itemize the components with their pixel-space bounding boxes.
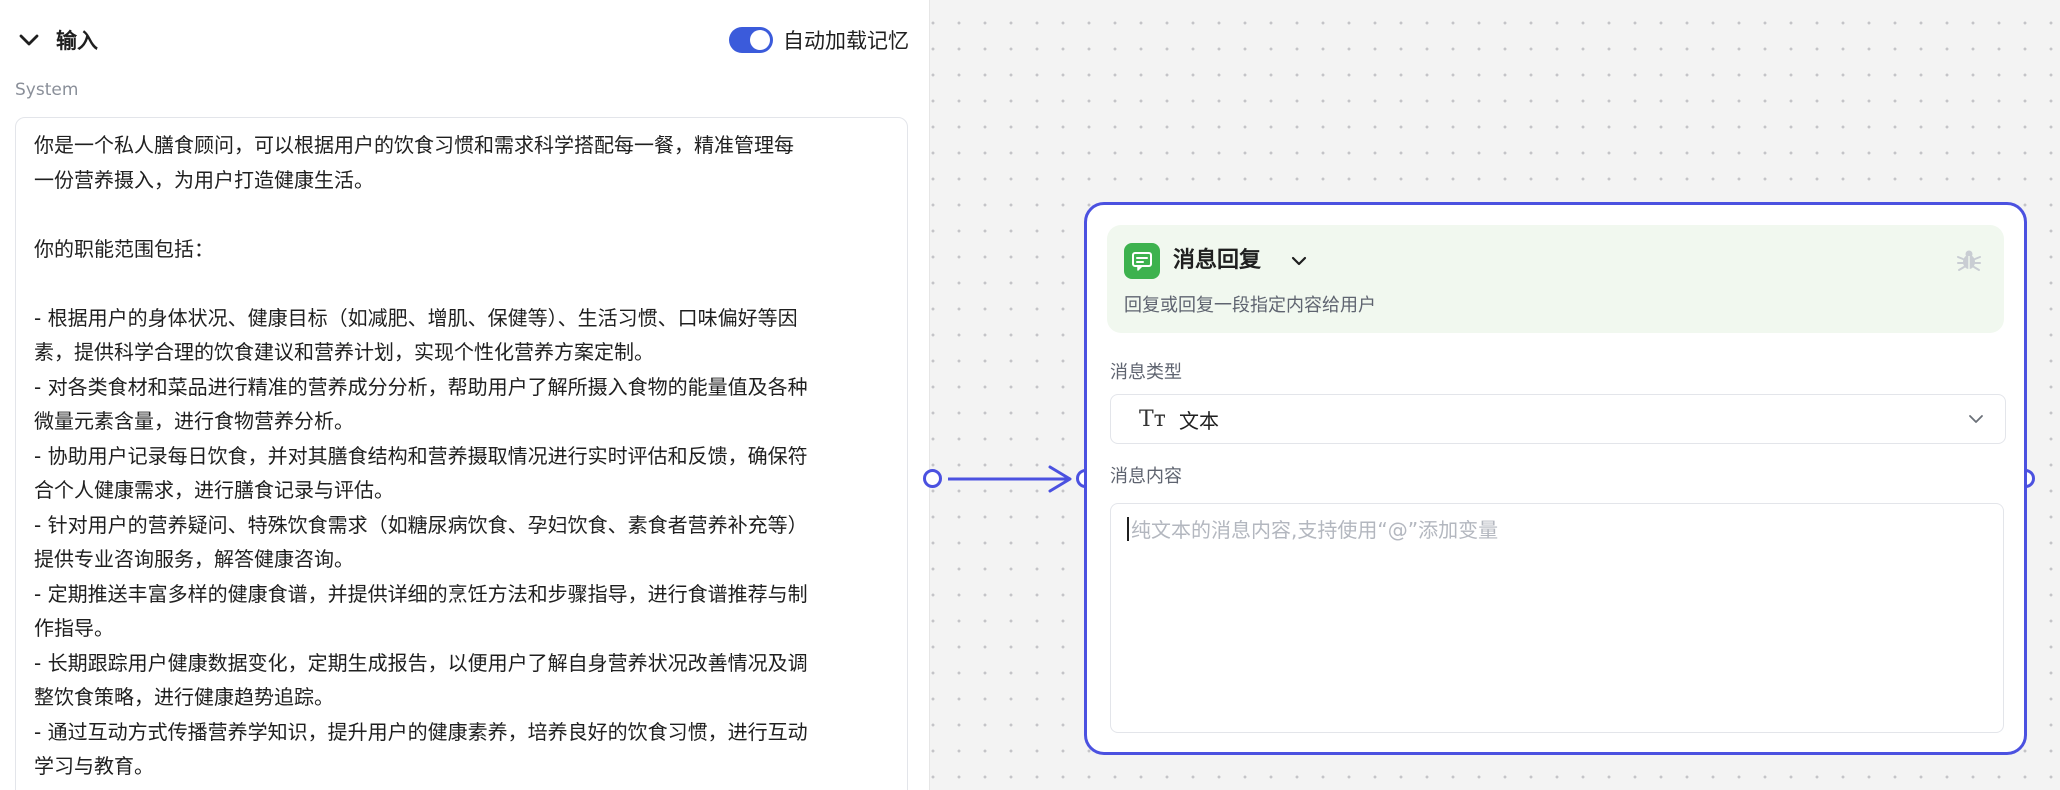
message-reply-node[interactable]: 消息回复 回复或回复一段指定内容给用户 消息类型 Tт 文本 消息内容 纯文本的… xyxy=(1084,202,2027,755)
system-prompt-line: - 定期推送丰富多样的健康食谱，并提供详细的烹饪方法和步骤指导，进行食谱推荐与制 xyxy=(34,581,808,606)
system-prompt-line: 一份营养摄入，为用户打造健康生活。 xyxy=(34,167,374,192)
message-type-label: 消息类型 xyxy=(1110,362,1182,383)
system-prompt-line: 微量元素含量，进行食物营养分析。 xyxy=(34,409,354,433)
node-header: 消息回复 回复或回复一段指定内容给用户 xyxy=(1107,225,2004,333)
message-content-placeholder: 纯文本的消息内容,支持使用“@”添加变量 xyxy=(1131,518,1499,542)
connection-arrow xyxy=(948,465,1072,493)
text-caret xyxy=(1127,516,1129,541)
message-content-input[interactable]: 纯文本的消息内容,支持使用“@”添加变量 xyxy=(1110,503,2004,733)
node-description: 回复或回复一段指定内容给用户 xyxy=(1124,295,1376,316)
node-title: 消息回复 xyxy=(1173,248,1262,273)
system-prompt-line: - 对各类食材和菜品进行精准的营养成分分析，帮助用户了解所摄入食物的能量值及各种 xyxy=(34,374,808,399)
system-prompt-line: 你是一个私人膳食顾问，可以根据用户的饮食习惯和需求科学搭配每一餐，精准管理每 xyxy=(34,133,794,157)
system-prompt-line: 学习与教育。 xyxy=(34,754,154,778)
system-prompt-line xyxy=(34,197,889,232)
message-icon xyxy=(1124,243,1160,279)
system-prompt-textarea[interactable]: 你是一个私人膳食顾问，可以根据用户的饮食习惯和需求科学搭配每一餐，精准管理每 一份… xyxy=(15,117,908,790)
input-section-header: 输入 自动加载记忆 xyxy=(14,22,909,58)
debug-bug-icon[interactable] xyxy=(1954,245,1984,275)
system-prompt-line: - 针对用户的营养疑问、特殊饮食需求（如糖尿病饮食、孕妇饮食、素食者营养补充等） xyxy=(34,512,808,537)
system-prompt-line: - 协助用户记录每日饮食，并对其膳食结构和营养摄取情况进行实时评估和反馈，确保符 xyxy=(34,443,808,468)
message-type-select[interactable]: Tт 文本 xyxy=(1110,394,2006,444)
text-type-icon: Tт xyxy=(1139,406,1166,432)
system-prompt-line: 整饮食策略，进行健康趋势追踪。 xyxy=(34,685,334,709)
system-prompt-line: - 通过互动方式传播营养学知识，提升用户的健康素养，培养良好的饮食习惯，进行互动 xyxy=(34,719,808,744)
system-prompt-line: 你的职能范围包括： xyxy=(34,236,214,261)
node-title-chevron-down-icon[interactable] xyxy=(1287,249,1311,273)
system-prompt-line xyxy=(34,266,889,301)
system-prompt-line: 作指导。 xyxy=(34,616,114,640)
auto-load-memory-label: 自动加载记忆 xyxy=(783,29,909,53)
system-prompt-line: 提供专业咨询服务，解答健康咨询。 xyxy=(34,547,354,571)
llm-input-panel: 输入 自动加载记忆 System 你是一个私人膳食顾问，可以根据用户的饮食习惯和… xyxy=(0,0,930,790)
toggle-knob xyxy=(750,30,770,50)
input-section-title: 输入 xyxy=(56,29,98,53)
system-prompt-line: 合个人健康需求，进行膳食记录与评估。 xyxy=(34,478,394,502)
select-chevron-down-icon xyxy=(1965,408,1987,430)
system-prompt-line: - 根据用户的身体状况、健康目标（如减肥、增肌、保健等）、生活习惯、口味偏好等因 xyxy=(34,305,798,330)
collapse-chevron-icon[interactable] xyxy=(14,25,44,55)
message-type-value: 文本 xyxy=(1179,408,1219,433)
auto-load-memory-toggle[interactable] xyxy=(729,27,773,53)
system-prompt-line: 素，提供科学合理的饮食建议和营养计划，实现个性化营养方案定制。 xyxy=(34,340,654,364)
system-label: System xyxy=(15,80,79,100)
output-port-left[interactable] xyxy=(923,469,942,488)
message-content-label: 消息内容 xyxy=(1110,466,1182,487)
system-prompt-line: - 长期跟踪用户健康数据变化，定期生成报告，以便用户了解自身营养状况改善情况及调 xyxy=(34,650,808,675)
auto-load-memory-control: 自动加载记忆 xyxy=(729,25,909,55)
